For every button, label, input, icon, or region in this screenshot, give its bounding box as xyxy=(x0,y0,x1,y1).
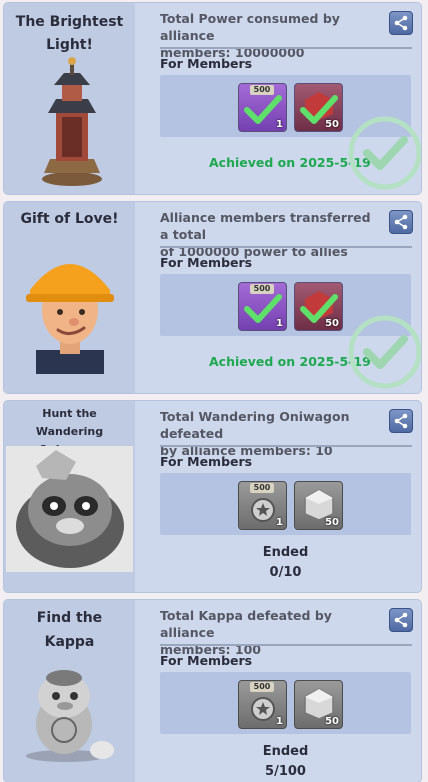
card-description-line1: Total Power consumed by alliance xyxy=(160,11,340,43)
card-description: Alliance members transferred a total of … xyxy=(160,209,380,260)
card-title-line2: Kappa xyxy=(44,634,95,650)
share-icon xyxy=(394,612,408,628)
card-description-line1: Alliance members transferred a total xyxy=(160,210,371,242)
kappa-icon xyxy=(26,670,114,762)
achievement-card-find-kappa: Find the Kappa Total Kappa defeated by a… xyxy=(4,600,421,782)
checkmark-icon xyxy=(348,116,421,190)
worker-avatar-icon xyxy=(26,264,114,374)
reward-qty: 50 xyxy=(325,119,339,130)
divider xyxy=(160,47,412,49)
reward-qty: 50 xyxy=(325,517,339,528)
progress-count: 5/100 xyxy=(265,764,306,779)
reward-box: 500 1 50 xyxy=(160,473,411,535)
share-button[interactable] xyxy=(389,608,413,632)
for-members-label: For Members xyxy=(160,653,253,668)
card-title-line2: Light! xyxy=(46,37,93,53)
reward-item-crystal[interactable]: 50 xyxy=(294,680,343,729)
for-members-label: For Members xyxy=(160,255,253,270)
card-description: Total Wandering Oniwagon defeated by all… xyxy=(160,408,380,459)
achievement-card-hunt-oniwagon: Hunt the Wandering Oniwagon Total Wander… xyxy=(4,401,421,592)
card-description: Total Kappa defeated by alliance members… xyxy=(160,607,380,658)
share-button[interactable] xyxy=(389,409,413,433)
checkmark-icon xyxy=(348,315,421,389)
card-title: The Brightest Light! xyxy=(8,11,131,57)
reward-item-medal[interactable]: 500 1 xyxy=(238,481,287,530)
card-title: Gift of Love! xyxy=(8,210,131,228)
card-title-line1: Find the xyxy=(36,610,103,626)
reward-item-crystal[interactable]: 50 xyxy=(294,481,343,530)
share-icon xyxy=(394,214,408,230)
reward-qty: 50 xyxy=(325,318,339,329)
reward-qty: 1 xyxy=(276,716,283,727)
status-ended: Ended xyxy=(262,545,309,560)
oniwagon-icon xyxy=(6,446,133,572)
card-description-line1: Total Wandering Oniwagon defeated xyxy=(160,409,350,441)
card-description: Total Power consumed by alliance members… xyxy=(160,10,380,61)
for-members-label: For Members xyxy=(160,454,253,469)
reward-qty: 1 xyxy=(276,318,283,329)
reward-qty: 50 xyxy=(325,716,339,727)
divider xyxy=(160,445,412,447)
medal-icon xyxy=(251,697,275,721)
reward-badge-500: 500 xyxy=(250,483,274,493)
achievement-card-gift-of-love: Gift of Love! Alliance members transferr… xyxy=(4,202,421,393)
reward-badge-500: 500 xyxy=(250,682,274,692)
card-title-line1: Hunt the Wandering xyxy=(35,407,104,438)
share-icon xyxy=(394,413,408,429)
reward-qty: 1 xyxy=(276,517,283,528)
card-description-line1: Total Kappa defeated by alliance xyxy=(160,608,332,640)
reward-item-crystal[interactable]: 50 xyxy=(294,282,343,331)
reward-item-crystal[interactable]: 50 xyxy=(294,83,343,132)
reward-item-medal[interactable]: 500 1 xyxy=(238,680,287,729)
achievement-card-brightest-light: The Brightest Light! Total Power consume… xyxy=(4,3,421,194)
reward-qty: 1 xyxy=(276,119,283,130)
tower-icon xyxy=(42,57,102,186)
reward-item-medal[interactable]: 500 1 xyxy=(238,83,287,132)
medal-icon xyxy=(251,498,275,522)
card-title-line1: The Brightest xyxy=(15,14,124,30)
share-button[interactable] xyxy=(389,11,413,35)
reward-item-medal[interactable]: 500 1 xyxy=(238,282,287,331)
card-title: Find the Kappa xyxy=(8,606,131,654)
share-button[interactable] xyxy=(389,210,413,234)
reward-box: 500 1 50 xyxy=(160,672,411,734)
for-members-label: For Members xyxy=(160,56,253,71)
status-ended: Ended xyxy=(262,744,309,759)
progress-count: 0/10 xyxy=(269,565,302,580)
card-title-line1: Gift of Love! xyxy=(20,211,119,227)
share-icon xyxy=(394,15,408,31)
divider xyxy=(160,644,412,646)
divider xyxy=(160,246,412,248)
